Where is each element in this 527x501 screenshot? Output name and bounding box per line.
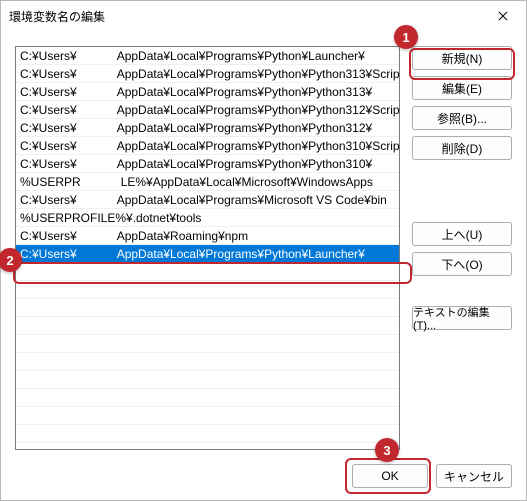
path-prefix: C:¥Users¥: [20, 229, 77, 243]
path-rest: AppData¥Local¥Programs¥Python¥Launcher¥: [117, 247, 365, 261]
redacted-segment: [77, 123, 117, 135]
list-item[interactable]: C:¥Users¥ AppData¥Roaming¥npm: [16, 227, 399, 245]
path-prefix: C:¥Users¥: [20, 247, 77, 261]
list-item-empty: [16, 317, 399, 335]
path-prefix: C:¥Users¥: [20, 103, 77, 117]
redacted-segment: [81, 177, 121, 189]
redacted-segment: [77, 249, 117, 261]
side-buttons: 新規(N) 編集(E) 参照(B)... 削除(D) 上へ(U) 下へ(O) テ…: [412, 46, 512, 450]
path-rest: AppData¥Local¥Programs¥Microsoft VS Code…: [117, 193, 387, 207]
redacted-segment: [77, 231, 117, 243]
list-item-empty: [16, 425, 399, 443]
redacted-segment: [77, 51, 117, 63]
spacer: [412, 282, 512, 300]
list-item[interactable]: C:¥Users¥ AppData¥Local¥Programs¥Python¥P…: [16, 65, 399, 83]
list-item[interactable]: C:¥Users¥ AppData¥Local¥Programs¥Python¥P…: [16, 119, 399, 137]
move-down-button[interactable]: 下へ(O): [412, 252, 512, 276]
redacted-segment: [77, 141, 117, 153]
list-item[interactable]: C:¥Users¥ AppData¥Local¥Programs¥Python¥L…: [16, 245, 399, 263]
cancel-button[interactable]: キャンセル: [436, 464, 512, 488]
redacted-segment: [77, 69, 117, 81]
list-item-empty: [16, 371, 399, 389]
list-item-empty: [16, 299, 399, 317]
list-item[interactable]: C:¥Users¥ AppData¥Local¥Programs¥Python¥P…: [16, 83, 399, 101]
cancel-label: キャンセル: [444, 468, 504, 485]
bottom-buttons: OK キャンセル: [352, 464, 512, 488]
path-rest: AppData¥Local¥Programs¥Python¥Python310¥…: [117, 139, 399, 153]
title-bar: 環境変数名の編集: [1, 1, 526, 31]
edit-button[interactable]: 編集(E): [412, 76, 512, 100]
list-item-empty: [16, 335, 399, 353]
edit-text-button[interactable]: テキストの編集(T)...: [412, 306, 512, 330]
new-button[interactable]: 新規(N): [412, 46, 512, 70]
redacted-segment: [77, 159, 117, 171]
redacted-segment: [77, 87, 117, 99]
list-item-empty: [16, 263, 399, 281]
path-prefix: C:¥Users¥: [20, 49, 77, 63]
path-list[interactable]: C:¥Users¥ AppData¥Local¥Programs¥Python¥L…: [15, 46, 400, 450]
path-prefix: %USERPROFILE%¥.dotnet¥tools: [20, 211, 201, 225]
edit-button-label: 編集(E): [442, 80, 482, 97]
list-item-empty: [16, 407, 399, 425]
close-button[interactable]: [480, 1, 526, 31]
list-item[interactable]: C:¥Users¥ AppData¥Local¥Programs¥Python¥P…: [16, 155, 399, 173]
path-rest: AppData¥Local¥Programs¥Python¥Python312¥: [117, 121, 373, 135]
browse-button-label: 参照(B)...: [437, 110, 487, 127]
path-prefix: C:¥Users¥: [20, 139, 77, 153]
path-prefix: %USERPR: [20, 175, 81, 189]
delete-button-label: 削除(D): [442, 140, 483, 157]
move-down-label: 下へ(O): [441, 256, 482, 273]
list-item[interactable]: C:¥Users¥ AppData¥Local¥Programs¥Microsof…: [16, 191, 399, 209]
list-item[interactable]: C:¥Users¥ AppData¥Local¥Programs¥Python¥L…: [16, 47, 399, 65]
content-area: C:¥Users¥ AppData¥Local¥Programs¥Python¥L…: [15, 46, 512, 450]
path-rest: AppData¥Local¥Programs¥Python¥Python313¥: [117, 85, 373, 99]
path-prefix: C:¥Users¥: [20, 85, 77, 99]
window-title: 環境変数名の編集: [9, 8, 105, 25]
redacted-segment: [77, 105, 117, 117]
spacer: [412, 166, 512, 216]
move-up-label: 上へ(U): [442, 226, 483, 243]
redacted-segment: [77, 195, 117, 207]
path-rest: AppData¥Local¥Programs¥Python¥Python312¥…: [117, 103, 399, 117]
ok-button[interactable]: OK: [352, 464, 428, 488]
list-item[interactable]: C:¥Users¥ AppData¥Local¥Programs¥Python¥P…: [16, 101, 399, 119]
path-prefix: C:¥Users¥: [20, 67, 77, 81]
list-item[interactable]: C:¥Users¥ AppData¥Local¥Programs¥Python¥P…: [16, 137, 399, 155]
path-rest: AppData¥Roaming¥npm: [117, 229, 248, 243]
move-up-button[interactable]: 上へ(U): [412, 222, 512, 246]
delete-button[interactable]: 削除(D): [412, 136, 512, 160]
new-button-label: 新規(N): [442, 50, 483, 67]
path-prefix: C:¥Users¥: [20, 193, 77, 207]
path-prefix: C:¥Users¥: [20, 157, 77, 171]
path-rest: AppData¥Local¥Programs¥Python¥Python310¥: [117, 157, 373, 171]
list-item-empty: [16, 353, 399, 371]
browse-button[interactable]: 参照(B)...: [412, 106, 512, 130]
edit-text-label: テキストの編集(T)...: [413, 304, 511, 332]
list-item-empty: [16, 389, 399, 407]
list-item-empty: [16, 281, 399, 299]
path-rest: AppData¥Local¥Programs¥Python¥Python313¥…: [117, 67, 399, 81]
list-item[interactable]: %USERPROFILE%¥.dotnet¥tools: [16, 209, 399, 227]
ok-label: OK: [381, 469, 398, 483]
list-item[interactable]: %USERPR LE%¥AppData¥Local¥Microsoft¥Windo…: [16, 173, 399, 191]
path-rest: LE%¥AppData¥Local¥Microsoft¥WindowsApps: [121, 175, 373, 189]
path-prefix: C:¥Users¥: [20, 121, 77, 135]
close-icon: [498, 11, 508, 21]
dialog-window: 環境変数名の編集 C:¥Users¥ AppData¥Local¥Programs…: [0, 0, 527, 501]
path-rest: AppData¥Local¥Programs¥Python¥Launcher¥: [117, 49, 365, 63]
